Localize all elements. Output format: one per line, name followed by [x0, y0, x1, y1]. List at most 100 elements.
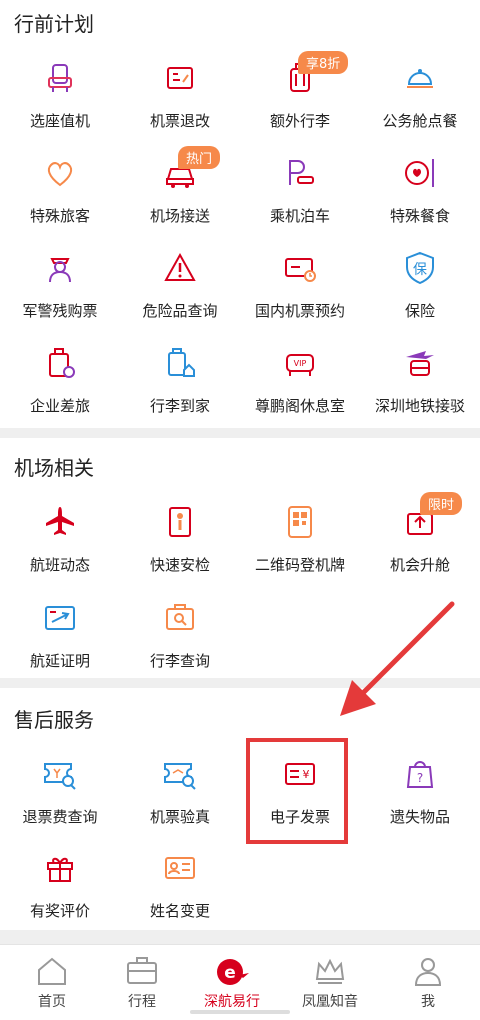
item-label: 快速安检 — [149, 556, 210, 574]
item-label: 军警残购票 — [22, 302, 98, 320]
home-indicator — [190, 1010, 290, 1014]
airport-flight-status[interactable]: 航班动态 — [0, 504, 120, 575]
seat-icon — [48, 64, 72, 92]
shield-glyph: 保 — [413, 262, 427, 278]
airport-qr-boarding-pass[interactable]: 二维码登机牌 — [240, 504, 360, 575]
item-label: 机场接送 — [149, 207, 210, 225]
gift-icon — [47, 857, 73, 882]
pre-trip-corporate-travel[interactable]: 企业差旅 — [0, 345, 120, 416]
tab-trip[interactable]: 行程 — [94, 945, 190, 1011]
delay-cert-icon — [45, 606, 75, 630]
vip-glyph: VIP — [294, 359, 307, 368]
airport-fast-security[interactable]: 快速安检 — [120, 504, 240, 575]
security-check-icon — [169, 507, 191, 537]
pre-trip-dangerous-goods[interactable]: 危险品查询 — [120, 250, 240, 321]
item-label: 退票费查询 — [22, 808, 98, 826]
item-label: 乘机泊车 — [269, 207, 330, 225]
hot-badge: 热门 — [178, 146, 221, 169]
item-label: 选座值机 — [29, 112, 90, 130]
item-label: 二维码登机牌 — [254, 556, 345, 574]
after-sales-rewarded-review[interactable]: 有奖评价 — [0, 850, 120, 921]
item-label: 有奖评价 — [29, 902, 90, 920]
pre-trip-seat-checkin[interactable]: 选座值机 — [0, 60, 120, 131]
luggage-home-icon — [168, 348, 195, 377]
pre-trip-military-police[interactable]: 军警残购票 — [0, 250, 120, 321]
pre-trip-insurance[interactable]: 保 保险 — [360, 250, 480, 321]
tab-label: 深航易行 — [204, 994, 260, 1010]
item-label: 行李到家 — [149, 397, 210, 415]
warning-icon — [164, 252, 196, 281]
home-icon — [38, 957, 66, 985]
section-title: 售后服务 — [14, 708, 94, 732]
airport-delay-certificate[interactable]: 航延证明 — [0, 600, 120, 671]
pre-trip-special-passenger[interactable]: 特殊旅客 — [0, 155, 120, 226]
item-label: 机票验真 — [149, 808, 210, 826]
item-label: 机会升舱 — [389, 556, 450, 574]
metro-icon — [406, 351, 434, 376]
lost-bag-icon: ? — [406, 761, 434, 788]
refund-search-icon — [44, 763, 76, 790]
brand-e-glyph: e — [224, 963, 236, 983]
item-label: 额外行李 — [269, 112, 330, 130]
parking-icon — [289, 160, 314, 185]
shield-icon: 保 — [406, 251, 434, 285]
pre-trip-vip-lounge[interactable]: VIP 尊鹏阁休息室 — [240, 345, 360, 416]
ticket-change-icon — [167, 67, 193, 89]
pre-trip-special-meal[interactable]: 特殊餐食 — [360, 155, 480, 226]
tab-label: 首页 — [38, 994, 66, 1010]
suitcase-icon — [49, 348, 75, 378]
section-title: 机场相关 — [14, 456, 94, 480]
tab-brand[interactable]: e 深航易行 — [184, 945, 280, 1011]
luggage-search-icon — [166, 604, 194, 630]
item-label: 姓名变更 — [149, 902, 210, 920]
pre-trip-metro-transfer[interactable]: 深圳地铁接驳 — [360, 345, 480, 416]
item-label: 行李查询 — [149, 652, 210, 670]
annotation-arrow-icon — [340, 601, 455, 716]
pre-trip-ticket-change[interactable]: 机票退改 — [120, 60, 240, 131]
tab-me[interactable]: 我 — [380, 945, 476, 1011]
crown-icon — [315, 958, 345, 984]
vip-sofa-icon: VIP — [286, 354, 314, 376]
after-sales-lost-items[interactable]: ? 遗失物品 — [360, 756, 480, 827]
ticket-clock-icon — [285, 258, 316, 282]
pre-trip-business-meal[interactable]: 公务舱点餐 — [360, 60, 480, 131]
name-card-icon — [165, 857, 195, 879]
user-icon — [414, 958, 442, 986]
pre-trip-luggage-home[interactable]: 行李到家 — [120, 345, 240, 416]
qr-code-icon — [288, 506, 312, 538]
item-label: 遗失物品 — [389, 808, 450, 826]
section-pre-trip: 行前计划 选座值机 机票退改 额外行李 享8折 公务舱点餐 特殊旅客 机场接送 … — [0, 0, 480, 428]
after-sales-name-change[interactable]: 姓名变更 — [120, 850, 240, 921]
limited-time-badge: 限时 — [420, 492, 463, 515]
airport-luggage-search[interactable]: 行李查询 — [120, 600, 240, 671]
meal-icon — [405, 159, 434, 187]
tab-label: 凤凰知音 — [302, 994, 358, 1010]
tab-phoenix-miles[interactable]: 凤凰知音 — [282, 945, 378, 1011]
ticket-verify-icon — [164, 763, 196, 790]
after-sales-ticket-verify[interactable]: 机票验真 — [120, 756, 240, 827]
annotation-highlight-box — [246, 738, 348, 844]
tab-label: 行程 — [128, 994, 156, 1010]
item-label: 企业差旅 — [29, 397, 90, 415]
tab-label: 我 — [421, 994, 435, 1010]
cloche-icon — [407, 69, 433, 88]
pre-trip-domestic-booking[interactable]: 国内机票预约 — [240, 250, 360, 321]
question-glyph: ? — [417, 771, 423, 785]
item-label: 航班动态 — [29, 556, 90, 574]
tab-home[interactable]: 首页 — [4, 945, 100, 1011]
item-label: 危险品查询 — [142, 302, 218, 320]
bottom-tab-bar: 首页 行程 e 深航易行 凤凰知音 我 — [0, 944, 480, 1020]
item-label: 特殊餐食 — [389, 207, 450, 225]
heart-icon — [47, 162, 73, 187]
item-label: 尊鹏阁休息室 — [254, 397, 345, 415]
item-label: 特殊旅客 — [29, 207, 90, 225]
item-label: 深圳地铁接驳 — [374, 397, 465, 415]
section-after-sales: 售后服务 退票费查询 机票验真 ¥ 电子发票 ? 遗失物品 有奖评价 姓名变更 — [0, 688, 480, 930]
item-label: 机票退改 — [149, 112, 210, 130]
after-sales-refund-fee[interactable]: 退票费查询 — [0, 756, 120, 827]
item-label: 保险 — [404, 302, 435, 320]
discount-badge: 享8折 — [298, 51, 349, 74]
section-title: 行前计划 — [14, 12, 94, 36]
plane-icon — [46, 507, 74, 535]
pre-trip-parking[interactable]: 乘机泊车 — [240, 155, 360, 226]
